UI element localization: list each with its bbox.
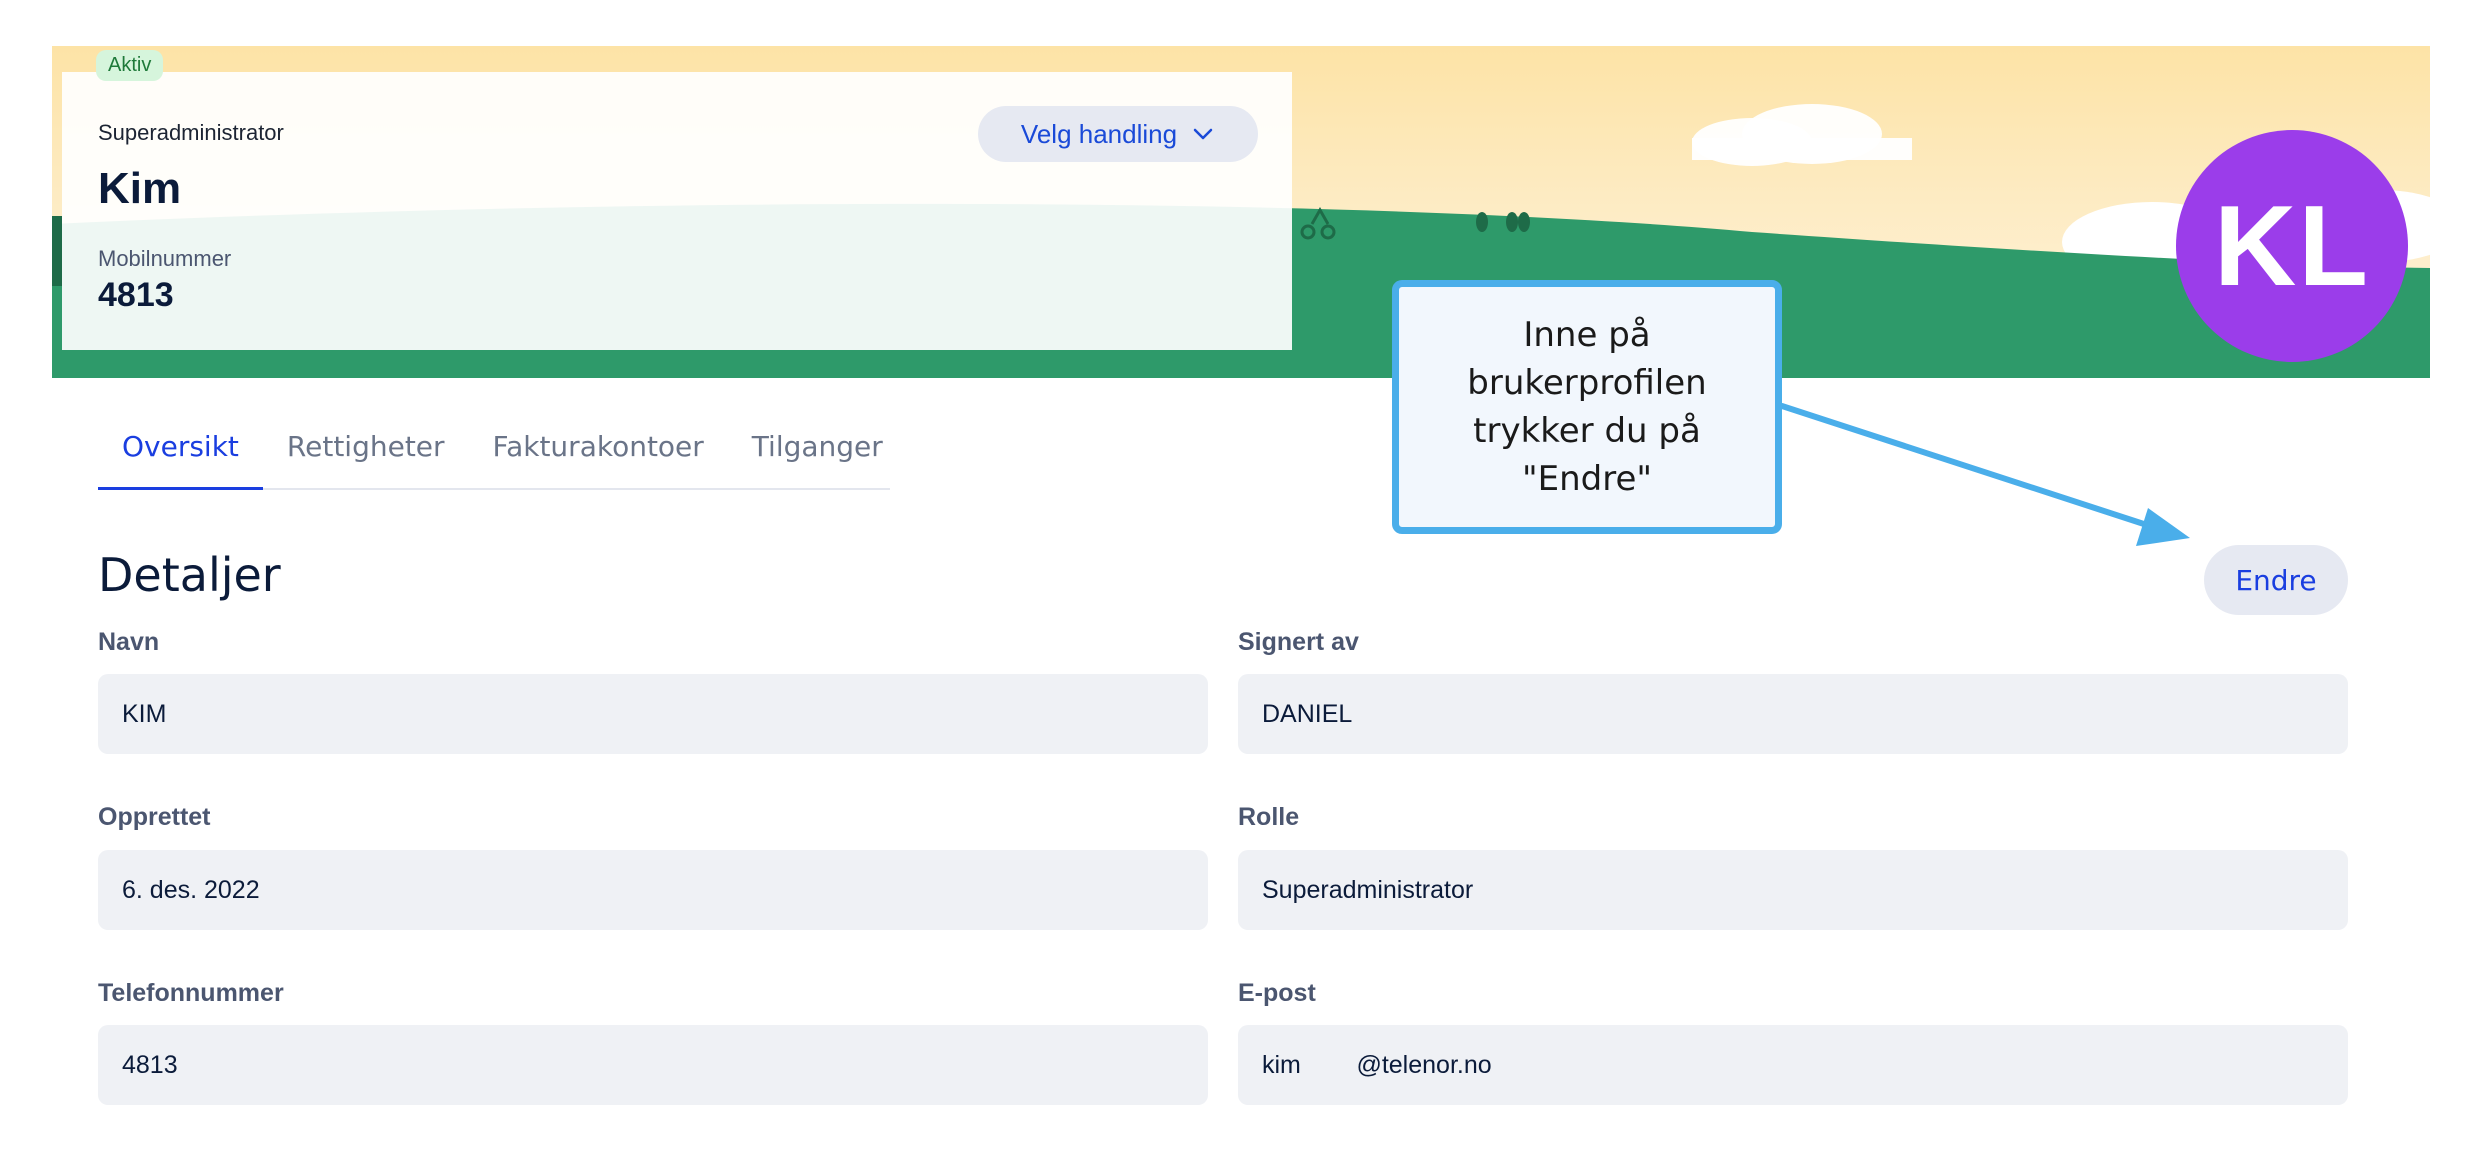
details-title: Detaljer bbox=[98, 548, 281, 602]
field-label-signed-by: Signert av bbox=[1238, 628, 1359, 656]
callout-text: Inne på brukerprofilen trykker du på "En… bbox=[1467, 315, 1707, 499]
field-email: kim @telenor.no bbox=[1238, 1025, 2348, 1105]
mobile-label: Mobilnummer bbox=[98, 246, 232, 271]
choose-action-label: Velg handling bbox=[1020, 118, 1178, 149]
profile-role: Superadministrator bbox=[98, 120, 284, 145]
user-avatar: KL bbox=[2176, 130, 2408, 362]
choose-action-button[interactable]: Velg handling bbox=[978, 106, 1258, 162]
field-label-phone: Telefonnummer bbox=[98, 979, 284, 1007]
field-label-email: E-post bbox=[1238, 979, 1316, 1007]
callout-box: Inne på brukerprofilen trykker du på "En… bbox=[1392, 280, 1782, 534]
field-label-role: Rolle bbox=[1238, 803, 1300, 831]
tab-tilganger[interactable]: Tilganger bbox=[728, 418, 907, 476]
field-role: Superadministrator bbox=[1238, 850, 2348, 930]
status-badge: Aktiv bbox=[96, 50, 164, 81]
field-phone: 4813 bbox=[98, 1025, 1208, 1105]
field-created: 6. des. 2022 bbox=[98, 850, 1208, 930]
edit-button[interactable]: Endre bbox=[2204, 545, 2348, 615]
mobile-value: 4813 bbox=[98, 276, 174, 314]
profile-card: Superadministrator Kim Mobilnummer 4813 … bbox=[62, 72, 1292, 350]
tab-oversikt[interactable]: Oversikt bbox=[98, 418, 263, 490]
profile-tabs: Oversikt Rettigheter Fakturakontoer Tilg… bbox=[98, 418, 890, 490]
tab-rettigheter[interactable]: Rettigheter bbox=[263, 418, 469, 476]
field-label-name: Navn bbox=[98, 628, 160, 656]
field-signed-by: DANIEL bbox=[1238, 674, 2348, 754]
tab-fakturakontoer[interactable]: Fakturakontoer bbox=[469, 418, 728, 476]
field-name: KIM bbox=[98, 674, 1208, 754]
field-label-created: Opprettet bbox=[98, 803, 211, 831]
chevron-down-icon bbox=[1193, 128, 1213, 140]
profile-name: Kim bbox=[98, 164, 182, 213]
